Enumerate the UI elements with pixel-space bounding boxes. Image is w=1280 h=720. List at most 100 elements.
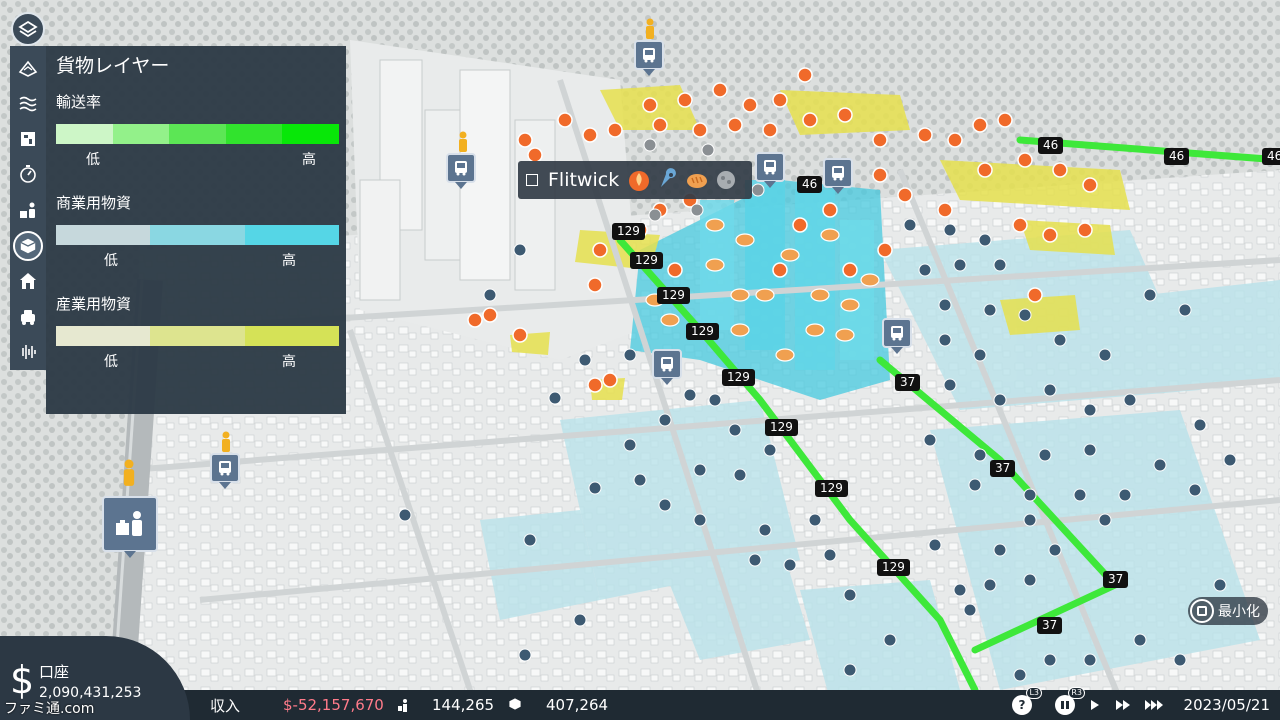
wrench-icon [661, 168, 677, 187]
legend-high-label: 高 [302, 152, 316, 168]
legend-gradient-bar [56, 326, 339, 346]
account-label: 口座 [39, 663, 70, 681]
road-label: 129 [630, 252, 663, 269]
legend-industrial-goods: 産業用物資 低 高 [56, 294, 339, 373]
legend-color-segment [56, 326, 151, 346]
square-button-icon [1190, 599, 1214, 623]
road-label: 37 [1103, 571, 1129, 588]
watermark: ファミ通.com [4, 701, 95, 717]
person-icon [646, 18, 654, 39]
district-name: Flitwick [548, 169, 620, 191]
status-bar: 収入 $-52,157,670 144,265 407,264 ? L3 R3 … [150, 687, 1280, 720]
legend-color-segment [169, 124, 226, 144]
speed-layer-button[interactable] [12, 157, 44, 193]
population-value: 144,265 [432, 696, 495, 714]
cargo-icon [20, 238, 36, 253]
play-icon [1091, 700, 1099, 710]
road-label: 129 [612, 223, 645, 240]
traffic-layer-button[interactable] [12, 299, 44, 335]
cargo-layer-selected [13, 230, 43, 261]
r3-tag: R3 [1068, 687, 1085, 699]
road-label: 37 [990, 460, 1016, 477]
population-layer-button[interactable] [12, 192, 44, 228]
legend-transport-rate: 輸送率 低 高 [56, 92, 339, 171]
bus-icon [455, 161, 467, 176]
legend-high-label: 高 [282, 354, 296, 370]
road-label: 129 [722, 369, 755, 386]
legend-gradient-bar [56, 225, 339, 245]
bus-stop-marker[interactable] [823, 158, 853, 188]
cargo-layer-button[interactable] [12, 228, 44, 264]
legend-color-segment [244, 326, 339, 346]
cargo-station-marker[interactable] [102, 496, 158, 552]
legend-color-segment [150, 225, 245, 245]
legend-low-label: 低 [104, 253, 118, 269]
panel-title: 貨物レイヤー [56, 55, 170, 77]
services-icon [20, 273, 36, 290]
legend-color-segment [282, 124, 339, 144]
bus-icon [219, 461, 231, 476]
terrain-icon [18, 60, 38, 77]
person-icon [123, 459, 135, 486]
layer-toolbar [10, 46, 46, 370]
l3-tag: L3 [1026, 687, 1042, 699]
road-label: 129 [765, 419, 798, 436]
play-speed-2-button[interactable] [1115, 695, 1131, 715]
legend-high-label: 高 [282, 253, 296, 269]
legend-gradient-bar [56, 124, 339, 144]
road-label: 37 [895, 374, 921, 391]
cargo-icon [509, 698, 521, 710]
play-speed-3-button[interactable] [1144, 695, 1164, 715]
play-speed-1-button[interactable] [1090, 695, 1100, 715]
ore-icon [717, 171, 736, 189]
bus-icon [661, 357, 673, 372]
terrain-layer-button[interactable] [12, 50, 44, 86]
water-icon [19, 97, 37, 112]
traffic-icon [21, 309, 35, 325]
income-value: $-52,157,670 [283, 696, 384, 714]
person-icon [222, 431, 230, 452]
road-label: 129 [657, 287, 690, 304]
game-date: 2023/05/21 [1183, 696, 1270, 714]
legend-low-label: 低 [86, 152, 100, 168]
bus-stop-marker[interactable] [210, 453, 240, 483]
person-icon [459, 131, 467, 152]
bus-icon [764, 160, 776, 175]
bus-stop-marker[interactable] [755, 152, 785, 182]
services-layer-button[interactable] [12, 263, 44, 299]
legend-commercial-goods: 商業用物資 低 高 [56, 193, 339, 272]
population-icon [398, 699, 407, 712]
income-label: 収入 [210, 696, 241, 715]
billboard-layer-button[interactable] [12, 121, 44, 157]
legend-color-segment [225, 124, 283, 144]
road-label: 129 [815, 480, 848, 497]
bus-stop-marker[interactable] [446, 153, 476, 183]
bus-stop-marker[interactable] [652, 349, 682, 379]
legend-color-segment [150, 326, 245, 346]
layers-toggle-button[interactable] [11, 12, 45, 46]
legend-color-segment [112, 124, 170, 144]
legend-title: 商業用物資 [56, 194, 132, 212]
minimize-button[interactable]: 最小化 [1188, 597, 1268, 625]
road-label: 46 [797, 176, 823, 193]
legend-color-segment [244, 225, 339, 245]
cargo-worker-icon [116, 511, 142, 536]
district-icon [526, 174, 538, 186]
bus-icon [832, 166, 844, 181]
population-icon [20, 202, 35, 219]
legend-color-segment [56, 124, 113, 144]
help-button[interactable]: ? L3 [1012, 687, 1042, 715]
road-label: 46 [1038, 137, 1064, 154]
bus-stop-marker[interactable] [634, 40, 664, 70]
noise-layer-button[interactable] [12, 335, 44, 371]
fast-forward-icon [1116, 700, 1130, 710]
minimize-label: 最小化 [1218, 604, 1260, 620]
legend-title: 産業用物資 [56, 295, 132, 313]
pause-button[interactable]: R3 [1055, 687, 1085, 715]
district-tooltip[interactable]: Flitwick [518, 161, 752, 199]
speed-icon [20, 165, 36, 184]
cargo-value: 407,264 [546, 696, 609, 714]
bus-stop-marker[interactable] [882, 318, 912, 348]
legend-title: 輸送率 [56, 93, 102, 111]
water-layer-button[interactable] [12, 86, 44, 122]
